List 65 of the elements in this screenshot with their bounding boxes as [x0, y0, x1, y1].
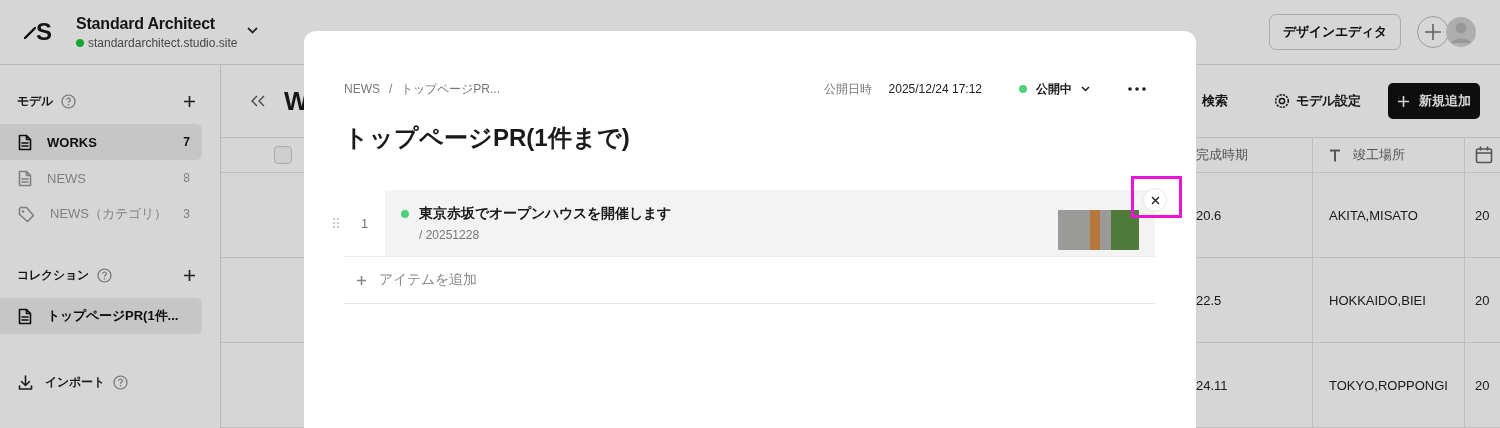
table-cell: 22.5	[1196, 292, 1222, 308]
site-logo[interactable]: S	[24, 20, 52, 44]
plus-icon	[1397, 94, 1410, 108]
chevron-down-icon[interactable]	[247, 26, 259, 34]
table-cell: AKITA,MISATO	[1329, 207, 1418, 223]
select-all-checkbox[interactable]	[274, 146, 292, 164]
text-type-icon	[1329, 148, 1341, 162]
calendar-icon	[1475, 146, 1493, 164]
import-link[interactable]: インポート	[45, 374, 105, 391]
table-cell: 20	[1475, 292, 1490, 308]
sidebar-item[interactable]: トップページPR(1件...	[0, 298, 202, 334]
model-settings-link[interactable]: モデル設定	[1296, 92, 1361, 110]
table-cell: 20.6	[1196, 207, 1222, 223]
sidebar-item[interactable]: WORKS 7	[0, 124, 202, 160]
help-icon	[61, 93, 76, 109]
slash-mark	[24, 25, 36, 39]
remove-item-button[interactable]	[1143, 188, 1167, 212]
item-title: 東京赤坂でオープンハウスを開催します	[419, 204, 671, 223]
plus-icon	[1424, 23, 1442, 41]
item-number: 1	[360, 215, 369, 231]
item-count: 8	[183, 171, 190, 185]
download-icon	[18, 375, 33, 390]
table-cell: 24.11	[1196, 377, 1228, 393]
column-header: 完成時期	[1196, 146, 1248, 164]
tag-icon	[18, 205, 35, 223]
plus-icon	[356, 274, 367, 286]
search-button[interactable]: 検索	[1202, 92, 1228, 110]
breadcrumb-link[interactable]: NEWS	[344, 82, 380, 96]
column-header: 竣工場所	[1353, 146, 1405, 164]
more-icon[interactable]	[1128, 87, 1146, 91]
add-icon[interactable]	[183, 268, 196, 282]
close-icon	[1150, 195, 1160, 205]
status-dropdown[interactable]: 公開中	[1019, 80, 1090, 98]
add-item-button[interactable]: アイテムを追加	[344, 256, 1155, 304]
breadcrumb-link[interactable]: トップページPR...	[401, 80, 500, 98]
publish-date: 2025/12/24 17:12	[888, 82, 982, 96]
section-title: コレクション	[17, 266, 89, 284]
document-icon	[18, 169, 32, 187]
table-cell: 20	[1475, 207, 1490, 223]
settings-icon[interactable]	[1274, 93, 1290, 109]
table-cell: HOKKAIDO,BIEI	[1329, 292, 1426, 308]
drag-handle-icon[interactable]	[333, 218, 339, 228]
add-icon[interactable]	[183, 94, 196, 108]
document-icon	[18, 307, 32, 325]
item-slug: / 20251228	[419, 227, 481, 242]
site-name: Standard Architect	[76, 14, 216, 33]
help-icon	[113, 375, 128, 390]
breadcrumb-separator: /	[389, 82, 393, 96]
document-icon	[18, 133, 32, 151]
site-url: standardarchitect.studio.site	[88, 35, 238, 50]
add-member-button[interactable]	[1417, 16, 1449, 48]
collapse-icon[interactable]	[251, 95, 265, 107]
item-card[interactable]: 東京赤坂でオープンハウスを開催します / 20251228	[385, 190, 1155, 256]
help-icon	[97, 267, 112, 283]
design-editor-button[interactable]: デザインエディタ	[1269, 14, 1401, 50]
highlight-frame	[1131, 176, 1182, 218]
modal-title: トップページPR(1件まで)	[344, 123, 631, 152]
publish-date-label: 公開日時	[823, 80, 872, 98]
table-cell: TOKYO,ROPPONGI	[1329, 377, 1448, 393]
chevron-down-icon	[1081, 86, 1090, 92]
item-count: 3	[183, 207, 190, 221]
new-item-button[interactable]: 新規追加	[1388, 83, 1480, 119]
item-count: 7	[183, 135, 190, 149]
section-title: モデル	[17, 92, 53, 110]
table-cell: 20	[1475, 377, 1490, 393]
